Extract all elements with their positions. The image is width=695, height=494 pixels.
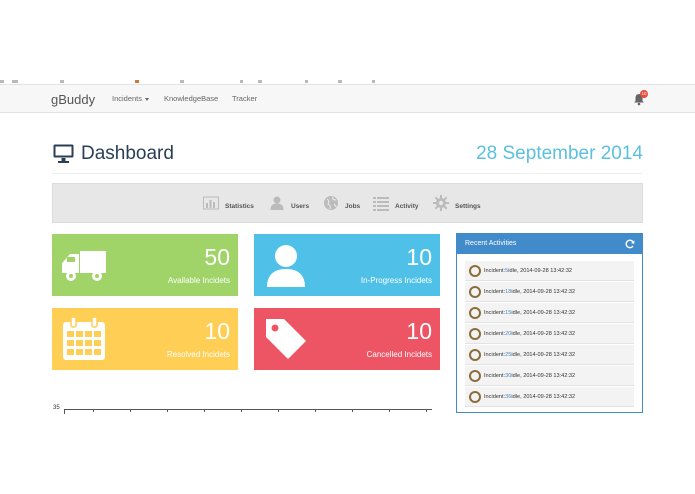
toolbar-label: Jobs bbox=[345, 203, 361, 210]
chart-tick bbox=[130, 409, 131, 412]
activity-item[interactable]: Incident: 20 idle, 2014-09-28 13:42:32 bbox=[465, 324, 634, 344]
caret-down-icon bbox=[145, 97, 150, 101]
status-ring-icon bbox=[469, 264, 481, 277]
brand-logo[interactable]: gBuddy bbox=[51, 92, 95, 107]
chart-tick bbox=[204, 409, 205, 412]
tile-value: 10 bbox=[204, 318, 230, 344]
monitor-icon bbox=[53, 144, 74, 163]
nav-knowledgebase[interactable]: KnowledgeBase bbox=[164, 94, 218, 103]
status-ring-icon bbox=[469, 306, 481, 319]
chart-tick bbox=[93, 409, 94, 412]
tag-icon bbox=[266, 319, 306, 359]
tile-value: 50 bbox=[204, 244, 230, 270]
toolbar-settings[interactable]: Settings bbox=[433, 194, 481, 212]
chart-tick bbox=[352, 409, 353, 412]
chart-tick bbox=[426, 409, 427, 412]
nav-incidents[interactable]: Incidents bbox=[112, 94, 150, 103]
bar-chart-icon bbox=[203, 196, 219, 210]
chart-tick bbox=[315, 409, 316, 412]
user-icon bbox=[270, 196, 284, 210]
nav-tracker[interactable]: Tracker bbox=[232, 94, 257, 103]
status-ring-icon bbox=[469, 369, 481, 382]
chart-tick bbox=[278, 409, 279, 412]
panel-header: Recent Activities bbox=[457, 234, 642, 254]
globe-icon bbox=[324, 196, 338, 210]
tile-inprogress-incidents[interactable]: 10 In-Progress Incidets bbox=[254, 234, 440, 296]
page: gBuddy Incidents KnowledgeBase Tracker 1… bbox=[0, 0, 695, 494]
navbar: gBuddy Incidents KnowledgeBase Tracker bbox=[0, 84, 695, 113]
chart-tick bbox=[167, 409, 168, 412]
tile-cancelled-incidents[interactable]: 10 Cancelled Incidets bbox=[254, 308, 440, 370]
tile-label: In-Progress Incidets bbox=[360, 276, 432, 285]
status-ring-icon bbox=[469, 327, 481, 340]
toolbar-label: Activity bbox=[395, 203, 419, 210]
tile-label: Cancelled Incidets bbox=[366, 350, 432, 359]
gear-icon bbox=[433, 195, 449, 211]
activity-list: Incident: 5 idle, 2014-09-28 13:42:32 Inc… bbox=[457, 254, 642, 407]
activity-item[interactable]: Incident: 18 idle, 2014-09-28 13:42:32 bbox=[465, 282, 634, 302]
list-icon bbox=[373, 197, 389, 211]
activity-item[interactable]: Incident: 30 idle, 2014-09-28 13:42:32 bbox=[465, 366, 634, 386]
chart-tick bbox=[389, 409, 390, 412]
user-icon bbox=[267, 245, 305, 287]
toolbar-jobs[interactable]: Jobs bbox=[323, 194, 360, 212]
toolbar-users[interactable]: Users bbox=[269, 194, 309, 212]
toolbar-label: Statistics bbox=[225, 203, 254, 210]
chart-y-axis bbox=[64, 409, 65, 414]
chart-y-label: 35 bbox=[53, 405, 60, 411]
tile-label: Resolved Incidets bbox=[166, 350, 230, 359]
chart-gridline bbox=[64, 409, 432, 410]
page-date: 28 September 2014 bbox=[476, 143, 643, 164]
page-title: Dashboard bbox=[81, 143, 174, 164]
truck-icon bbox=[62, 251, 106, 281]
toolbar-label: Settings bbox=[455, 203, 481, 210]
chart-tick bbox=[241, 409, 242, 412]
toolbar-label: Users bbox=[291, 203, 310, 210]
tile-value: 10 bbox=[406, 244, 432, 270]
activity-item[interactable]: Incident: 15 idle, 2014-09-28 13:42:32 bbox=[465, 303, 634, 323]
refresh-icon[interactable] bbox=[625, 239, 635, 249]
toolbar-statistics[interactable]: Statistics bbox=[203, 194, 254, 212]
panel-title: Recent Activities bbox=[465, 240, 517, 247]
calendar-icon bbox=[63, 316, 105, 360]
recent-activities-panel: Recent Activities Incident: 5 idle, 2014-… bbox=[456, 233, 643, 413]
tile-available-incidents[interactable]: 50 Available Incidets bbox=[52, 234, 238, 296]
divider bbox=[52, 173, 643, 174]
tile-resolved-incidents[interactable]: 10 Resolved Incidets bbox=[52, 308, 238, 370]
notification-badge: 10 bbox=[640, 90, 648, 98]
activity-item[interactable]: Incident: 25 idle, 2014-09-28 13:42:32 bbox=[465, 345, 634, 365]
activity-item[interactable]: Incident: 5 idle, 2014-09-28 13:42:32 bbox=[465, 261, 634, 281]
activity-item[interactable]: Incident: 36 idle, 2014-09-28 13:42:32 bbox=[465, 387, 634, 407]
status-ring-icon bbox=[469, 348, 481, 361]
status-ring-icon bbox=[469, 390, 481, 403]
tile-label: Available Incidets bbox=[167, 276, 230, 285]
toolbar-activity[interactable]: Activity bbox=[373, 194, 418, 212]
tile-value: 10 bbox=[406, 318, 432, 344]
quick-toolbar: Statistics Users Jobs Activity Settings bbox=[52, 183, 643, 223]
status-ring-icon bbox=[469, 285, 481, 298]
